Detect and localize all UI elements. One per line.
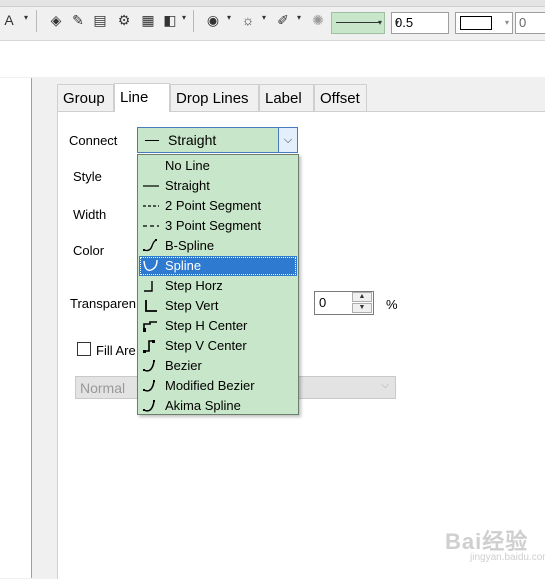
width-label: Width — [73, 207, 107, 222]
chevron-down-icon[interactable]: ▾ — [297, 13, 301, 22]
option-step-horz[interactable]: Step Horz — [139, 276, 297, 296]
step-v-center-icon — [143, 340, 155, 353]
option-label: 3 Point Segment — [165, 218, 262, 233]
option-label: Step Horz — [165, 278, 223, 293]
style-label: Style — [73, 169, 102, 184]
chevron-down-icon[interactable]: ▾ — [374, 12, 386, 34]
tab-line[interactable]: Line — [114, 83, 170, 112]
chevron-down-icon[interactable]: ▾ — [262, 13, 266, 22]
pen-icon[interactable]: ✎ — [70, 12, 86, 28]
option-modified-bezier[interactable]: Modified Bezier — [139, 376, 297, 396]
spline-icon — [143, 259, 158, 271]
chevron-down-icon: ⌵ — [381, 380, 389, 391]
chevron-down-icon[interactable]: ▾ — [24, 13, 28, 22]
option-b-spline[interactable]: B-Spline — [139, 236, 297, 256]
spin-down-button[interactable]: ▼ — [352, 303, 372, 313]
option-label: Step V Center — [165, 338, 247, 353]
toolbar-top-strip — [0, 0, 545, 7]
bezier-icon — [143, 360, 155, 372]
tag-icon[interactable]: ◧ — [162, 12, 178, 28]
option-label: 2 Point Segment — [165, 198, 262, 213]
dashed-line-icon — [143, 225, 159, 227]
fill-area-checkbox[interactable] — [77, 342, 91, 356]
fill-area-label: Fill Are — [96, 343, 136, 358]
grid-icon[interactable]: ▦ — [140, 12, 156, 28]
tab-offset[interactable]: Offset — [314, 84, 367, 111]
option-akima-spline[interactable]: Akima Spline — [139, 396, 297, 416]
header-strip — [0, 41, 545, 77]
spin-up-button[interactable]: ▲ — [352, 292, 372, 302]
pattern-icon[interactable]: ☼ — [240, 12, 256, 28]
option-step-vert[interactable]: Step Vert — [139, 296, 297, 316]
option-2-point-segment[interactable]: 2 Point Segment — [139, 196, 297, 216]
straight-line-icon — [145, 140, 159, 141]
percent-label: % — [386, 297, 398, 312]
connect-dropdown-list: No Line Straight 2 Point Segment 3 Point… — [137, 154, 299, 415]
dashed-line-icon — [143, 205, 159, 207]
line-width-combo[interactable]: 0.5 ▾ — [391, 12, 449, 34]
chevron-down-icon: ▾ — [504, 18, 509, 27]
option-no-line[interactable]: No Line — [139, 156, 297, 176]
option-label: Bezier — [165, 358, 202, 373]
option-bezier[interactable]: Bezier — [139, 356, 297, 376]
step-horz-icon — [144, 281, 153, 292]
folder-icon[interactable]: ▤ — [92, 12, 108, 28]
tab-drop-lines[interactable]: Drop Lines — [170, 84, 259, 111]
tab-label[interactable]: Label — [259, 84, 314, 111]
chevron-down-icon[interactable]: ▾ — [182, 13, 186, 22]
number-combo[interactable]: 0 — [515, 12, 545, 34]
text-tool-icon[interactable]: A — [1, 12, 17, 28]
chevron-down-icon[interactable]: ▾ — [227, 13, 231, 22]
color-label: Color — [73, 243, 105, 258]
modified-bezier-icon — [143, 380, 155, 392]
toolbar: A ▾ ◈ ✎ ▤ ⚙ ▦ ◧ ▾ ◉ ▾ ☼ ▾ ✐ ▾ ✺ ▾ 0.5 ▾ … — [0, 0, 545, 41]
toolbar-separator — [193, 10, 194, 32]
connect-combo[interactable]: Straight — [137, 127, 297, 153]
sun-icon[interactable]: ✺ — [310, 12, 326, 28]
b-spline-icon — [143, 239, 158, 252]
option-label: No Line — [165, 158, 210, 173]
option-label: Step Vert — [165, 298, 219, 313]
option-label: Step H Center — [165, 318, 248, 333]
option-step-h-center[interactable]: Step H Center — [139, 316, 297, 336]
option-label: Modified Bezier — [165, 378, 255, 393]
chevron-down-icon: ▾ — [395, 18, 400, 27]
option-spline[interactable]: Spline — [139, 256, 297, 276]
number-value: 0 — [519, 15, 527, 30]
straight-line-icon — [143, 185, 159, 187]
option-label: Straight — [165, 178, 210, 193]
connect-value: Straight — [168, 132, 217, 148]
option-3-point-segment[interactable]: 3 Point Segment — [139, 216, 297, 236]
connect-label: Connect — [69, 133, 118, 148]
akima-spline-icon — [143, 400, 155, 412]
option-label: B-Spline — [165, 238, 215, 253]
layer-icon[interactable]: ◈ — [48, 12, 64, 28]
option-straight[interactable]: Straight — [139, 176, 297, 196]
option-step-v-center[interactable]: Step V Center — [139, 336, 297, 356]
tab-group[interactable]: Group — [57, 84, 114, 111]
fill-color-combo[interactable]: ▾ — [455, 12, 513, 34]
step-vert-icon — [145, 300, 157, 312]
color-swatch — [460, 16, 492, 30]
chevron-down-icon[interactable]: ⌵ — [278, 127, 298, 153]
transparency-label: Transparen — [70, 296, 136, 311]
option-label: Akima Spline — [165, 398, 241, 413]
transparency-value: 0 — [319, 295, 327, 310]
option-label: Spline — [165, 258, 202, 273]
toolbar-separator — [36, 10, 37, 32]
watermark-url: jingyan.baidu.com — [470, 552, 545, 563]
step-h-center-icon — [143, 321, 157, 332]
line-color-icon[interactable]: ✐ — [275, 12, 291, 28]
gear-icon[interactable]: ⚙ — [116, 12, 132, 28]
left-panel — [0, 78, 32, 578]
fill-color-icon[interactable]: ◉ — [205, 12, 221, 28]
fill-mode-value: Normal — [80, 380, 126, 396]
